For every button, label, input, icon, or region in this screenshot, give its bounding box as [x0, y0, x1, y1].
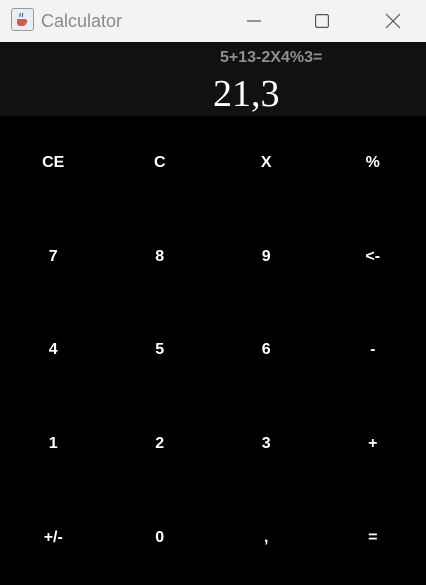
clear-button[interactable]: C — [107, 116, 214, 210]
multiply-button[interactable]: X — [213, 116, 320, 210]
calculator-display: 5+13-2X4%3= 21,3 — [0, 42, 426, 116]
digit-8-button[interactable]: 8 — [107, 210, 214, 304]
maximize-icon — [315, 14, 329, 28]
digit-2-button[interactable]: 2 — [107, 397, 214, 491]
close-icon — [385, 13, 401, 29]
digit-7-button[interactable]: 7 — [0, 210, 107, 304]
close-button[interactable] — [363, 0, 423, 42]
expression-text: 5+13-2X4%3= — [220, 49, 323, 66]
minimize-icon — [247, 20, 261, 22]
result-text: 21,3 — [213, 73, 280, 115]
digit-3-button[interactable]: 3 — [213, 397, 320, 491]
digit-4-button[interactable]: 4 — [0, 304, 107, 398]
clear-entry-button[interactable]: CE — [0, 116, 107, 210]
minimize-button[interactable] — [224, 0, 284, 42]
title-bar[interactable]: Calculator — [0, 0, 426, 42]
decimal-separator-button[interactable]: , — [213, 491, 320, 585]
digit-1-button[interactable]: 1 — [0, 397, 107, 491]
equals-button[interactable]: = — [320, 491, 426, 585]
window-title: Calculator — [41, 11, 123, 31]
percent-button[interactable]: % — [320, 116, 426, 210]
backspace-button[interactable]: <- — [320, 210, 426, 304]
digit-0-button[interactable]: 0 — [107, 491, 214, 585]
keypad: CE C X % 7 8 9 <- 4 5 6 - 1 2 3 + +/- 0 … — [0, 116, 426, 585]
maximize-button[interactable] — [292, 0, 352, 42]
subtract-button[interactable]: - — [320, 304, 426, 398]
negate-button[interactable]: +/- — [0, 491, 107, 585]
add-button[interactable]: + — [320, 397, 426, 491]
java-cup-icon — [11, 8, 34, 31]
digit-5-button[interactable]: 5 — [107, 304, 214, 398]
digit-9-button[interactable]: 9 — [213, 210, 320, 304]
digit-6-button[interactable]: 6 — [213, 304, 320, 398]
